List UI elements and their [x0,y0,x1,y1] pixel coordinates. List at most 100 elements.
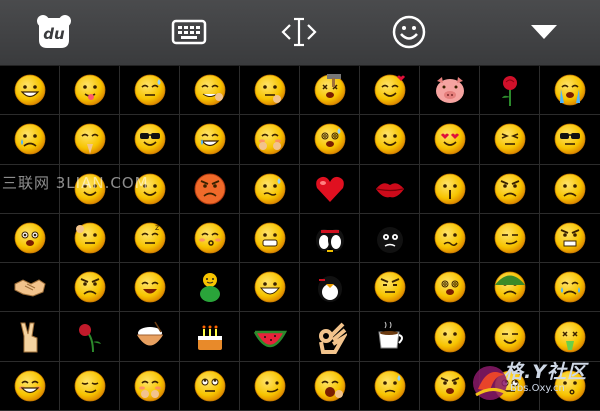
emoji-key[interactable] [360,213,420,264]
emoji-key[interactable] [480,213,540,264]
emoji-key[interactable] [300,66,360,116]
emoji-key[interactable] [0,361,60,411]
blush-icon [14,370,45,402]
emoji-key[interactable] [120,66,180,116]
emoji-key[interactable] [240,312,300,362]
emoji-key[interactable] [480,263,540,313]
emoji-key[interactable] [60,361,120,411]
heart-eyes-icon [434,124,465,155]
penguin-hug-icon [317,276,342,303]
emoji-key[interactable] [540,66,600,116]
emoji-key[interactable] [540,312,600,362]
spiral-dizzy-icon [434,271,465,303]
emoji-key[interactable] [240,213,300,264]
cool-boss-icon [134,124,165,155]
emoji-key[interactable] [420,213,480,264]
emoji-button[interactable] [389,12,429,52]
emoji-key[interactable] [360,66,420,116]
hammer-knock-icon [314,74,345,106]
emoji-key[interactable] [360,312,420,362]
emoji-key[interactable] [300,213,360,264]
emoji-key[interactable] [240,263,300,313]
emoji-key[interactable] [300,115,360,165]
emoji-key[interactable] [420,164,480,214]
emoji-key[interactable] [180,115,240,165]
rolling-eyes-icon [494,370,525,402]
emoji-key[interactable] [300,164,360,214]
emoji-key[interactable]: z [120,213,180,264]
rose-icon [501,76,517,107]
emoji-key[interactable] [0,115,60,165]
emoji-key[interactable] [360,361,420,411]
emoji-key[interactable] [0,66,60,116]
emoji-key[interactable] [480,115,540,165]
emoji-key[interactable] [0,213,60,264]
emoji-key[interactable] [60,164,120,214]
emoji-key[interactable] [300,361,360,411]
emoji-key[interactable] [360,164,420,214]
emoji-key[interactable] [540,214,600,264]
emoji-key[interactable] [120,115,180,165]
shy-cover-icon [134,370,165,402]
emoji-key[interactable] [240,361,300,411]
emoji-key[interactable] [180,312,240,362]
emoji-key[interactable] [480,66,540,116]
emoji-key[interactable] [360,115,420,165]
smiley-face-icon [391,14,427,50]
keyboard-toolbar: du [0,0,600,66]
emoji-key[interactable] [420,66,480,116]
emoji-key[interactable] [540,263,600,313]
baidu-logo-button[interactable]: du [34,12,74,52]
emoji-key[interactable] [540,362,600,411]
emoji-key[interactable] [60,115,120,165]
emoji-key[interactable] [60,213,120,264]
emoji-key[interactable] [180,263,240,313]
furious-icon [554,222,586,254]
emoji-key[interactable] [180,213,240,264]
emoji-key[interactable] [60,312,120,362]
emoji-key[interactable] [240,164,300,214]
emoji-key[interactable] [120,312,180,362]
emoji-key[interactable] [0,164,60,214]
emoji-key[interactable] [120,164,180,214]
heart-pick-icon [374,74,405,106]
emoji-key[interactable] [60,66,120,116]
sunglasses-icon [554,124,586,155]
emoji-key[interactable] [240,66,300,116]
emoji-key[interactable] [180,164,240,214]
red-lips-icon [375,182,404,198]
red-heart-icon [315,176,344,202]
black-bomb-face-icon [376,227,403,254]
emoji-key[interactable] [240,115,300,165]
emoji-grid: z [0,66,600,411]
cursor-move-button[interactable] [279,12,319,52]
rice-bowl-icon [136,321,163,346]
sly-icon [74,370,105,402]
emoji-key[interactable] [300,263,360,313]
collapse-keyboard-button[interactable] [524,12,564,52]
grin-icon [14,74,45,106]
emoji-key[interactable] [480,164,540,214]
angry-cry-icon [194,173,225,205]
emoji-key[interactable] [480,361,540,411]
emoji-key[interactable] [120,263,180,313]
emoji-key[interactable] [360,263,420,313]
emoji-key[interactable] [540,165,600,214]
keyboard-icon [171,17,207,47]
emoji-key[interactable] [60,263,120,313]
emoji-key[interactable] [480,312,540,362]
emoji-key[interactable] [540,115,600,165]
emoji-key[interactable] [0,263,60,313]
emoji-key[interactable] [0,312,60,362]
emoji-key[interactable] [420,361,480,411]
keyboard-button[interactable] [169,12,209,52]
sweat-meh-icon [134,74,165,106]
emoji-key[interactable] [420,312,480,362]
emoji-key[interactable] [180,361,240,411]
emoji-key[interactable] [420,263,480,313]
emoji-key[interactable] [180,66,240,116]
emoji-key[interactable] [420,115,480,165]
emoji-key[interactable] [120,361,180,411]
worried-icon [374,370,405,402]
emoji-key[interactable] [300,312,360,362]
